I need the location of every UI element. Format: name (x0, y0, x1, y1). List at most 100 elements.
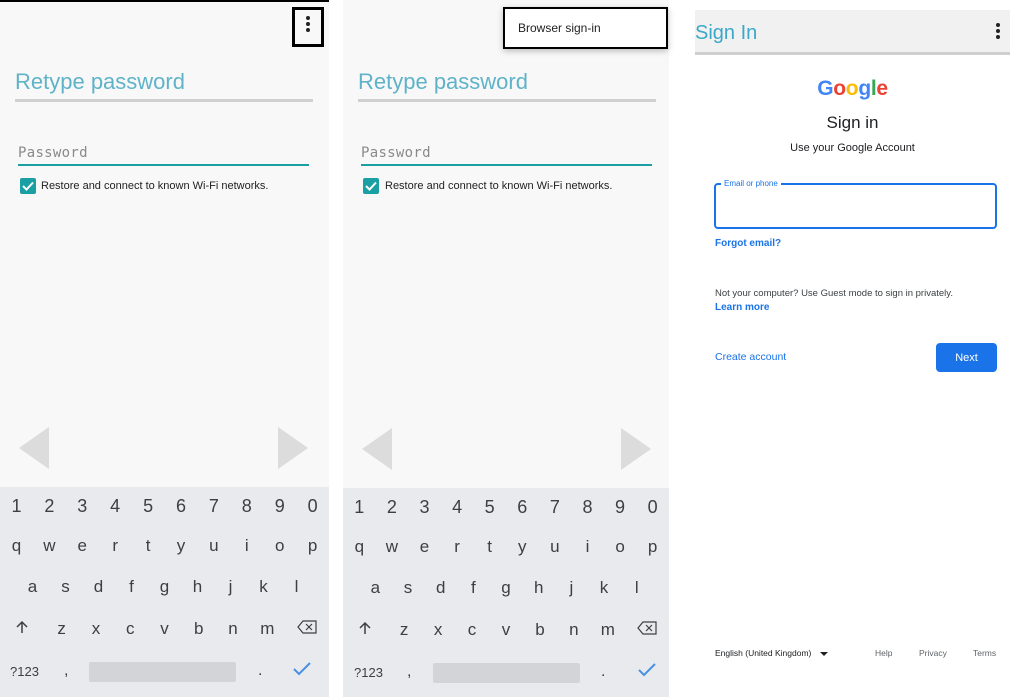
key[interactable]: h (522, 578, 555, 598)
wifi-restore-checkbox[interactable] (363, 178, 379, 194)
privacy-link[interactable]: Privacy (919, 648, 947, 658)
key[interactable]: w (33, 536, 66, 556)
key[interactable]: q (343, 537, 376, 557)
key[interactable]: c (455, 620, 489, 640)
key[interactable]: 6 (506, 497, 539, 518)
key[interactable]: 8 (230, 496, 263, 517)
language-selector[interactable]: English (United Kingdom) (715, 648, 828, 658)
help-link[interactable]: Help (875, 648, 892, 658)
key[interactable]: 5 (473, 497, 506, 518)
key[interactable]: p (636, 537, 669, 557)
key[interactable]: l (280, 577, 313, 597)
symbols-key[interactable]: ?123 (10, 664, 39, 679)
key[interactable]: 2 (376, 497, 409, 518)
key[interactable]: w (376, 537, 409, 557)
period-key[interactable]: . (601, 663, 605, 681)
terms-link[interactable]: Terms (973, 648, 996, 658)
comma-key[interactable]: , (407, 663, 411, 681)
key[interactable]: y (165, 536, 198, 556)
key[interactable]: a (359, 578, 392, 598)
comma-key[interactable]: , (64, 662, 68, 680)
key[interactable]: r (99, 536, 132, 556)
key[interactable]: 9 (604, 497, 637, 518)
key[interactable]: d (82, 577, 115, 597)
key[interactable]: s (49, 577, 82, 597)
forward-arrow-icon[interactable] (621, 428, 651, 470)
key[interactable]: b (182, 619, 216, 639)
key[interactable]: b (523, 620, 557, 640)
key[interactable]: h (181, 577, 214, 597)
key[interactable]: j (555, 578, 588, 598)
key[interactable]: 4 (441, 497, 474, 518)
key[interactable]: k (247, 577, 280, 597)
space-bar[interactable] (89, 662, 236, 682)
key[interactable]: i (571, 537, 604, 557)
key[interactable]: y (506, 537, 539, 557)
key[interactable]: o (604, 537, 637, 557)
key[interactable]: 4 (99, 496, 132, 517)
learn-more-link[interactable]: Learn more (715, 302, 769, 313)
key[interactable]: t (132, 536, 165, 556)
key[interactable]: 0 (296, 496, 329, 517)
key[interactable]: x (421, 620, 455, 640)
key[interactable]: i (230, 536, 263, 556)
key[interactable]: 9 (263, 496, 296, 517)
key[interactable]: l (620, 578, 653, 598)
period-key[interactable]: . (258, 662, 262, 680)
key[interactable]: 7 (197, 496, 230, 517)
back-arrow-icon[interactable] (19, 427, 49, 469)
password-input[interactable]: Password (18, 145, 88, 161)
key[interactable]: t (473, 537, 506, 557)
backspace-icon[interactable] (625, 620, 669, 640)
key[interactable]: 2 (33, 496, 66, 517)
key[interactable]: 8 (571, 497, 604, 518)
create-account-link[interactable]: Create account (715, 351, 786, 363)
key[interactable]: m (591, 620, 625, 640)
key[interactable]: r (441, 537, 474, 557)
key[interactable]: c (113, 619, 147, 639)
symbols-key[interactable]: ?123 (354, 665, 383, 680)
browser-sign-in-menu-item[interactable]: Browser sign-in (503, 7, 668, 49)
key[interactable]: 3 (408, 497, 441, 518)
key[interactable]: v (489, 620, 523, 640)
key[interactable]: g (148, 577, 181, 597)
key[interactable]: x (79, 619, 113, 639)
key[interactable]: f (457, 578, 490, 598)
key[interactable]: m (250, 619, 284, 639)
key[interactable]: s (392, 578, 425, 598)
key[interactable]: a (16, 577, 49, 597)
key[interactable]: f (115, 577, 148, 597)
overflow-menu-icon[interactable] (306, 16, 310, 34)
back-arrow-icon[interactable] (362, 428, 392, 470)
email-field[interactable] (714, 183, 997, 229)
key[interactable]: 6 (165, 496, 198, 517)
key[interactable]: g (490, 578, 523, 598)
key[interactable]: j (214, 577, 247, 597)
next-button[interactable]: Next (936, 343, 997, 372)
space-bar[interactable] (433, 663, 580, 683)
wifi-restore-checkbox[interactable] (20, 178, 36, 194)
key[interactable]: k (588, 578, 621, 598)
backspace-icon[interactable] (284, 619, 329, 639)
key[interactable]: e (408, 537, 441, 557)
key[interactable]: u (197, 536, 230, 556)
key[interactable]: u (539, 537, 572, 557)
password-input[interactable]: Password (361, 145, 431, 161)
key[interactable]: 5 (132, 496, 165, 517)
key[interactable]: 7 (539, 497, 572, 518)
key[interactable]: 1 (343, 497, 376, 518)
key[interactable]: n (557, 620, 591, 640)
key[interactable]: 3 (66, 496, 99, 517)
key[interactable]: p (296, 536, 329, 556)
key[interactable]: n (216, 619, 250, 639)
key[interactable]: q (0, 536, 33, 556)
key[interactable]: z (387, 620, 421, 640)
enter-check-icon[interactable] (638, 663, 656, 682)
shift-icon[interactable] (0, 619, 45, 639)
overflow-menu-icon[interactable] (996, 23, 1000, 41)
shift-icon[interactable] (343, 620, 387, 640)
forward-arrow-icon[interactable] (278, 427, 308, 469)
key[interactable]: e (66, 536, 99, 556)
key[interactable]: d (424, 578, 457, 598)
key[interactable]: v (147, 619, 181, 639)
